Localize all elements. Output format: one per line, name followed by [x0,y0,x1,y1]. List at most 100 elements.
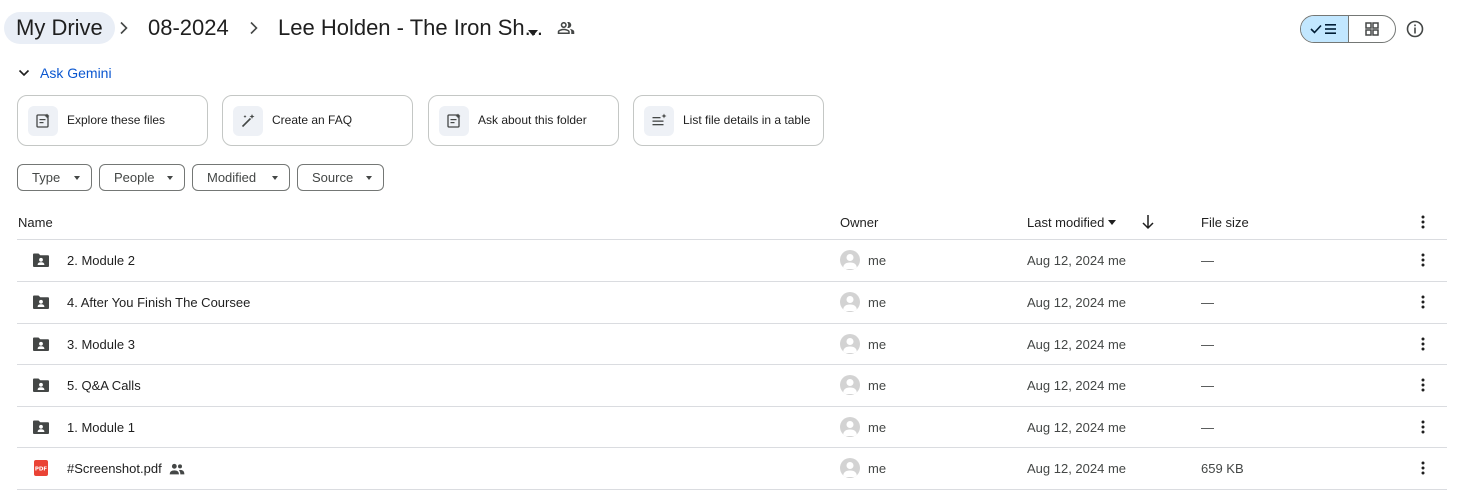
suggestion-explore-files[interactable]: Explore these files [17,95,208,146]
filter-label: Modified [207,170,257,185]
column-header-file-size[interactable]: File size [1201,214,1249,231]
chevron-down-icon [18,69,30,77]
shared-people-icon [169,462,185,476]
more-vert-icon[interactable] [1416,252,1430,273]
owner: me [868,337,887,352]
filter-type[interactable]: Type [17,164,92,191]
grid-view-button[interactable] [1349,16,1396,42]
suggestion-label: List file details in a table [683,113,811,127]
filter-label: Source [312,170,354,185]
dropdown-caret-icon [74,176,80,180]
file-name-cell: #Screenshot.pdf [67,460,185,477]
avatar [840,334,860,354]
file-size: — [1201,253,1214,268]
filter-people[interactable]: People [99,164,185,191]
file-name: 4. After You Finish The Coursee [67,295,251,310]
more-vert-icon[interactable] [1416,419,1430,440]
avatar [840,250,860,270]
shared-folder-icon [32,377,50,398]
table-row[interactable]: 2. Module 2 me Aug 12, 2024 me — [17,240,1447,281]
more-vert-icon[interactable] [1416,460,1430,481]
file-name: 3. Module 3 [67,337,135,352]
info-icon[interactable] [1405,19,1425,44]
filter-label: People [114,170,155,185]
more-vert-icon[interactable] [1416,377,1430,398]
last-modified: Aug 12, 2024 me [1027,461,1127,476]
last-modified: Aug 12, 2024 me [1027,295,1127,310]
list-sparkle-icon [644,106,674,136]
list-view-button[interactable] [1301,16,1349,42]
last-modified: Aug 12, 2024 me [1027,337,1127,352]
file-size: — [1201,337,1214,352]
owner: me [868,420,887,435]
file-name: 1. Module 1 [67,420,135,435]
table-row[interactable]: 3. Module 3 me Aug 12, 2024 me — [17,324,1447,365]
file-name: 2. Module 2 [67,253,135,268]
owner: me [868,295,887,310]
table-row[interactable]: PDF #Screenshot.pdf me Aug 12, 2024 me 6… [17,448,1447,489]
owner: me [868,378,887,393]
suggestion-create-faq[interactable]: Create an FAQ [222,95,413,146]
column-header-last-modified[interactable]: Last modified [1027,214,1117,231]
dropdown-caret-icon [366,176,372,180]
breadcrumb-my-drive[interactable]: My Drive [4,12,115,44]
owner: me [868,461,887,476]
avatar [840,417,860,437]
file-size: — [1201,295,1214,310]
filter-modified[interactable]: Modified [192,164,290,191]
shared-folder-icon [32,336,50,357]
suggestion-label: Ask about this folder [478,113,587,127]
more-vert-icon[interactable] [1416,214,1430,235]
column-header-owner[interactable]: Owner [840,214,878,231]
ask-gemini-toggle[interactable]: Ask Gemini [18,62,112,84]
table-divider [17,489,1447,490]
table-row[interactable]: 1. Module 1 me Aug 12, 2024 me — [17,407,1447,448]
header: My Drive 08-2024 Lee Holden - The Iron S… [0,0,1457,58]
filter-source[interactable]: Source [297,164,384,191]
table-row[interactable]: 4. After You Finish The Coursee me Aug 1… [17,282,1447,323]
doc-sparkle-icon [28,106,58,136]
file-name: #Screenshot.pdf [67,461,162,476]
column-header-name[interactable]: Name [18,214,53,231]
file-size: — [1201,378,1214,393]
shared-folder-icon [32,419,50,440]
suggestion-list-details[interactable]: List file details in a table [633,95,824,146]
owner: me [868,253,887,268]
table-row[interactable]: 5. Q&A Calls me Aug 12, 2024 me — [17,365,1447,406]
suggestion-ask-folder[interactable]: Ask about this folder [428,95,619,146]
suggestion-label: Explore these files [67,113,166,127]
check-list-icon [1310,24,1337,34]
breadcrumb-current-folder[interactable]: Lee Holden - The Iron Sh... [278,12,543,44]
shared-folder-icon [32,294,50,315]
dropdown-caret-icon [272,176,278,180]
svg-text:PDF: PDF [35,467,48,473]
last-modified: Aug 12, 2024 me [1027,253,1127,268]
avatar [840,375,860,395]
chevron-right-icon [116,12,132,44]
doc-sparkle-icon [439,106,469,136]
file-size: 659 KB [1201,461,1244,476]
sort-direction-icon[interactable] [1141,214,1155,235]
more-vert-icon[interactable] [1416,336,1430,357]
magic-wand-icon [233,106,263,136]
view-toggle [1300,15,1396,43]
file-name: 5. Q&A Calls [67,378,141,393]
avatar [840,458,860,478]
pdf-icon: PDF [34,460,48,481]
suggestion-label: Create an FAQ [272,113,353,127]
dropdown-caret-icon [167,176,173,180]
more-vert-icon[interactable] [1416,294,1430,315]
people-icon[interactable] [557,19,575,42]
grid-icon [1365,22,1379,36]
breadcrumb-08-2024[interactable]: 08-2024 [148,12,229,44]
column-header-label: Last modified [1027,215,1105,230]
last-modified: Aug 12, 2024 me [1027,420,1127,435]
avatar [840,292,860,312]
last-modified: Aug 12, 2024 me [1027,378,1127,393]
dropdown-caret-icon [1108,220,1117,225]
shared-folder-icon [32,252,50,273]
chevron-right-icon [246,12,262,44]
ask-gemini-label: Ask Gemini [40,65,112,81]
filter-label: Type [32,170,61,185]
folder-menu-dropdown-icon[interactable] [528,23,538,41]
